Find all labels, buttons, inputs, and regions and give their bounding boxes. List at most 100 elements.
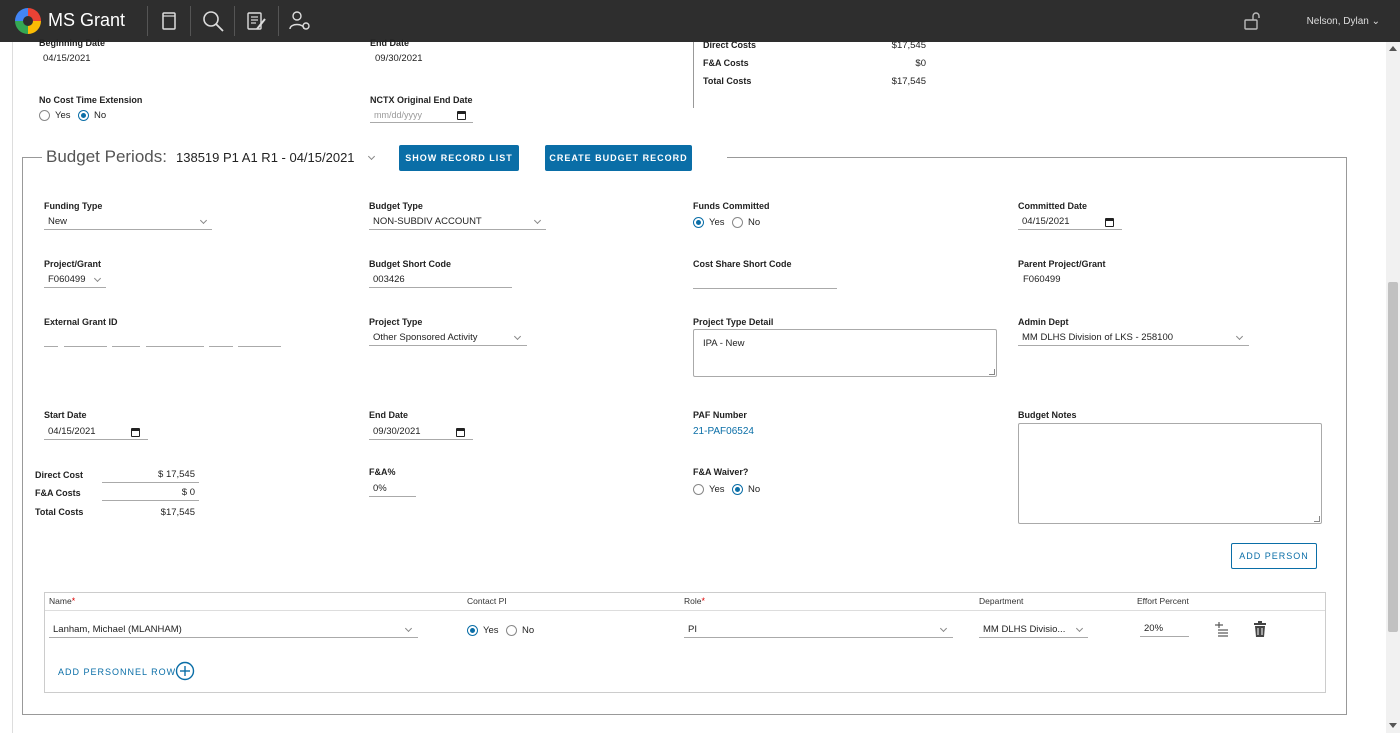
paf-number-link[interactable]: 21-PAF06524: [693, 426, 754, 437]
calendar-icon[interactable]: [131, 428, 140, 437]
personnel-department-value: MM DLHS Divisio...: [983, 624, 1066, 635]
no-cost-no-radio[interactable]: [78, 110, 89, 121]
search-icon[interactable]: [201, 9, 225, 33]
app-title[interactable]: MS Grant: [48, 10, 125, 31]
edit-list-icon[interactable]: [244, 9, 268, 33]
calendar-icon[interactable]: [457, 111, 466, 120]
unlock-icon[interactable]: [1240, 9, 1264, 33]
header-contact-pi: Contact PI: [467, 596, 507, 606]
resize-handle[interactable]: [1314, 516, 1320, 522]
funds-committed-label: Funds Committed: [693, 201, 770, 211]
budget-period-selected: 138519 P1 A1 R1 - 04/15/2021: [176, 150, 355, 165]
effort-percent-value: 20%: [1144, 623, 1164, 634]
add-circle-icon[interactable]: [175, 661, 195, 681]
external-grant-id-part-3[interactable]: [112, 333, 140, 347]
page-scrollbar[interactable]: [1386, 42, 1400, 733]
table-header-divider: [45, 610, 1325, 611]
show-record-list-button[interactable]: SHOW RECORD LIST: [399, 145, 519, 171]
budget-type-select[interactable]: NON-SUBDIV ACCOUNT: [369, 216, 546, 230]
funds-committed-no-radio[interactable]: [732, 217, 743, 228]
fa-waiver-no-label: No: [748, 484, 761, 495]
user-name[interactable]: Nelson, Dylan: [1307, 16, 1369, 27]
external-grant-id-part-5[interactable]: [209, 333, 233, 347]
trash-icon[interactable]: [1253, 621, 1267, 637]
funds-committed-yes-radio[interactable]: [693, 217, 704, 228]
beginning-date-value: 04/15/2021: [43, 53, 91, 64]
project-type-value: Other Sponsored Activity: [373, 332, 478, 343]
direct-costs-value: $17,545: [891, 40, 926, 51]
scroll-up-arrow-icon[interactable]: [1389, 46, 1397, 51]
direct-cost-label: Direct Cost: [35, 470, 84, 480]
external-grant-id-part-2[interactable]: [64, 333, 107, 347]
contact-pi-no-radio[interactable]: [506, 625, 517, 636]
scrollbar-thumb[interactable]: [1388, 282, 1398, 632]
calendar-icon[interactable]: [1105, 218, 1114, 227]
calendar-icon[interactable]: [456, 428, 465, 437]
add-person-button[interactable]: ADD PERSON: [1231, 543, 1317, 569]
fa-waiver-yes-radio[interactable]: [693, 484, 704, 495]
budget-type-label: Budget Type: [369, 201, 423, 211]
end-date-label: End Date: [370, 38, 410, 48]
budget-notes-textarea[interactable]: [1018, 423, 1322, 524]
ms-grant-logo[interactable]: [15, 8, 41, 34]
period-end-date-value: 09/30/2021: [373, 426, 421, 437]
fa-percent-value: 0%: [373, 483, 387, 494]
direct-costs-label: Direct Costs: [703, 40, 757, 50]
admin-dept-value: MM DLHS Division of LKS - 258100: [1022, 332, 1174, 343]
project-grant-label: Project/Grant: [44, 259, 102, 269]
nctx-label: NCTX Original End Date: [370, 95, 473, 105]
personnel-name-select[interactable]: Lanham, Michael (MLANHAM): [49, 624, 418, 638]
budget-periods-title: Budget Periods:: [46, 147, 167, 166]
document-icon[interactable]: [157, 9, 181, 33]
external-grant-id-part-4[interactable]: [146, 333, 204, 347]
external-grant-id-part-6[interactable]: [238, 333, 281, 347]
personnel-name-value: Lanham, Michael (MLANHAM): [53, 624, 182, 635]
period-end-date-label: End Date: [369, 410, 409, 420]
nctx-placeholder: mm/dd/yyyy: [374, 110, 423, 120]
user-settings-icon[interactable]: [288, 9, 312, 33]
parent-project-value: F060499: [1023, 274, 1061, 285]
effort-breakdown-icon[interactable]: [1213, 621, 1229, 637]
funding-type-select[interactable]: New: [44, 216, 212, 230]
project-type-detail-label: Project Type Detail: [693, 317, 774, 327]
fa-waiver-no-radio[interactable]: [732, 484, 743, 495]
toolbar-divider: [147, 6, 148, 36]
fa-percent-label: F&A%: [369, 467, 396, 477]
contact-pi-yes-radio[interactable]: [467, 625, 478, 636]
personnel-department-select[interactable]: MM DLHS Divisio...: [979, 624, 1088, 638]
toolbar-divider: [278, 6, 279, 36]
cost-share-input[interactable]: [693, 275, 837, 289]
no-cost-yes-radio[interactable]: [39, 110, 50, 121]
costs-divider: [693, 42, 694, 108]
contact-pi-yes-label: Yes: [483, 625, 499, 636]
project-type-detail-value: IPA - New: [703, 338, 745, 349]
external-grant-id-part-1[interactable]: [44, 333, 58, 347]
budget-short-code-input[interactable]: 003426: [369, 274, 512, 288]
budget-period-select[interactable]: 138519 P1 A1 R1 - 04/15/2021: [176, 150, 355, 165]
admin-dept-select[interactable]: MM DLHS Division of LKS - 258100: [1018, 332, 1249, 346]
resize-handle[interactable]: [989, 369, 995, 375]
funding-type-label: Funding Type: [44, 201, 103, 211]
create-budget-record-button[interactable]: CREATE BUDGET RECORD: [545, 145, 692, 171]
budget-short-code-label: Budget Short Code: [369, 259, 451, 269]
cost-share-label: Cost Share Short Code: [693, 259, 792, 269]
project-type-label: Project Type: [369, 317, 423, 327]
funds-committed-no-label: No: [748, 217, 761, 228]
toolbar-divider: [190, 6, 191, 36]
add-personnel-row-link[interactable]: ADD PERSONNEL ROW: [58, 667, 176, 677]
personnel-role-select[interactable]: PI: [684, 624, 953, 638]
fa-waiver-yes-label: Yes: [709, 484, 725, 495]
direct-cost-value: $ 17,545: [102, 469, 199, 483]
project-grant-value: F060499: [48, 274, 86, 285]
project-type-detail-textarea[interactable]: IPA - New: [693, 329, 997, 377]
header-role-text: Role: [684, 596, 702, 606]
fa-percent-input[interactable]: 0%: [369, 483, 416, 497]
effort-percent-input[interactable]: 20%: [1140, 623, 1189, 637]
start-date-label: Start Date: [44, 410, 87, 420]
scroll-down-arrow-icon[interactable]: [1389, 723, 1397, 728]
chevron-down-icon[interactable]: ⌄: [1372, 16, 1380, 27]
project-type-select[interactable]: Other Sponsored Activity: [369, 332, 527, 346]
budget-notes-label: Budget Notes: [1018, 410, 1077, 420]
user-menu[interactable]: Nelson, Dylan ⌄: [1307, 16, 1380, 27]
toolbar-divider: [234, 6, 235, 36]
